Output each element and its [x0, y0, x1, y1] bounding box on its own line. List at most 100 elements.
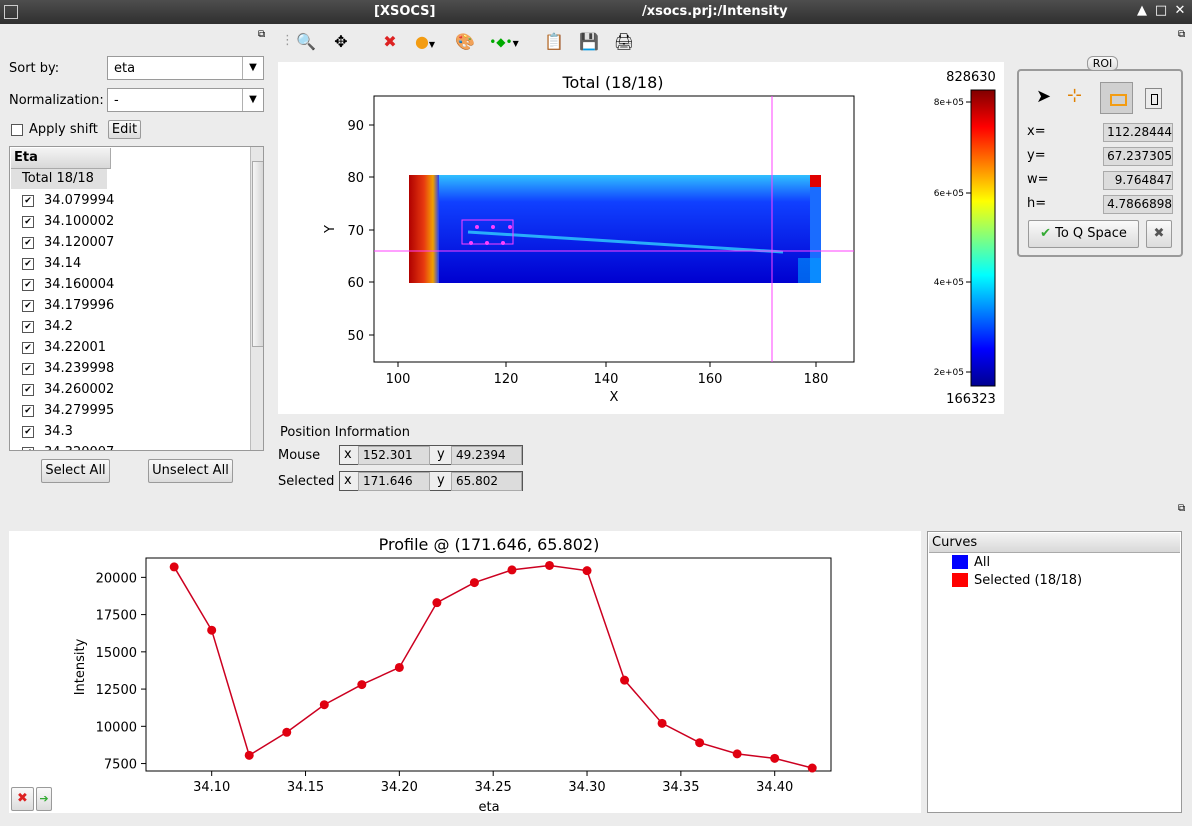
checkbox-checked-icon[interactable]: ✔ — [22, 215, 34, 228]
export-curve-button[interactable]: ➔ — [36, 787, 52, 811]
list-item-label: 34.279995 — [44, 403, 115, 418]
colorbar-tick-label: 2e+05 — [934, 368, 964, 378]
profile-xlabel: eta — [478, 800, 499, 813]
roi-options-button[interactable] — [1145, 88, 1162, 109]
list-item[interactable]: ✔ 34.260002 — [22, 379, 114, 400]
list-item[interactable]: ✔ 34.22001 — [22, 337, 106, 358]
normalization-combo[interactable]: - ▼ — [107, 88, 264, 112]
zoom-icon[interactable]: 🔍 — [295, 32, 317, 52]
close-icon[interactable]: ✕ — [1172, 3, 1188, 19]
unselect-all-button[interactable]: Unselect All — [148, 459, 233, 483]
roi-handle[interactable] — [501, 241, 505, 245]
selected-x-label: x — [344, 473, 352, 488]
roi-y-field[interactable]: 67.237305 — [1103, 147, 1173, 166]
apply-shift-checkbox[interactable] — [11, 122, 23, 137]
checkbox-checked-icon[interactable]: ✔ — [22, 362, 34, 375]
x-tick-label: 34.20 — [381, 780, 418, 795]
symbol-icon[interactable]: •◆•▼ — [489, 32, 519, 52]
roi-handle[interactable] — [469, 241, 473, 245]
list-item[interactable]: ✔ 34.179996 — [22, 295, 114, 316]
float-panel-icon[interactable]: ⧉ — [1178, 29, 1185, 40]
minimize-icon[interactable]: ▲ — [1134, 3, 1150, 19]
data-point — [469, 578, 479, 588]
roi-handle[interactable] — [491, 225, 495, 229]
image-plot-area[interactable]: Total (18/18) 100 120 140 160 180 90 80 70 60 50… — [278, 62, 1004, 414]
checkbox-checked-icon[interactable]: ✔ — [22, 236, 34, 249]
save-icon[interactable]: 💾 — [578, 32, 600, 52]
eta-list[interactable]: Eta Total 18/18 ✔ 34.079994 ✔ 34.100002 ✔ 34.… — [9, 146, 264, 451]
all-color-swatch — [952, 555, 968, 569]
checkbox-checked-icon[interactable]: ✔ — [22, 257, 34, 270]
pan-icon[interactable]: ✥ — [330, 32, 352, 52]
clear-curve-button[interactable]: ✖ — [11, 787, 34, 811]
curve-all-label[interactable]: All — [974, 555, 990, 570]
list-item[interactable]: ✔ 34.14 — [22, 253, 81, 274]
list-scrollbar[interactable] — [250, 147, 263, 450]
checkbox-checked-icon[interactable]: ✔ — [22, 446, 34, 450]
window-title: /xsocs.prj:/Intensity — [642, 4, 788, 19]
profile-plot-svg[interactable]: Profile @ (171.646, 65.802) 34.10 34.15 34… — [9, 531, 921, 815]
curve-selected-label[interactable]: Selected (18/18) — [974, 573, 1082, 588]
maximize-icon[interactable]: □ — [1153, 3, 1169, 19]
checkbox-checked-icon[interactable]: ✔ — [22, 383, 34, 396]
list-item[interactable]: ✔ 34.320007 — [22, 442, 114, 450]
sort-value: eta — [114, 61, 136, 76]
clear-icon: ✖ — [17, 791, 28, 806]
y-tick-label: 50 — [347, 329, 364, 344]
rectangle-roi-button[interactable] — [1100, 82, 1133, 114]
mouse-x-label: x — [344, 447, 352, 462]
color-icon[interactable]: ●▼ — [414, 32, 436, 52]
roi-x-label: x= — [1027, 124, 1046, 139]
checkbox-checked-icon[interactable]: ✔ — [22, 278, 34, 291]
list-item-label: 34.100002 — [44, 214, 115, 229]
list-item-label: 34.320007 — [44, 445, 114, 450]
roi-x-field[interactable]: 112.28444 — [1103, 123, 1173, 142]
sort-combo[interactable]: eta ▼ — [107, 56, 264, 80]
y-tick-label: 90 — [347, 119, 364, 134]
list-item[interactable]: ✔ 34.279995 — [22, 400, 114, 421]
curves-header[interactable]: Curves — [929, 533, 1180, 553]
reset-zoom-icon[interactable]: ✖ — [379, 32, 401, 52]
image-plot-svg[interactable]: Total (18/18) 100 120 140 160 180 90 80 70 60 50… — [278, 62, 1004, 414]
pointer-icon[interactable]: ➤ — [1036, 86, 1051, 107]
selected-y-field: 65.802 — [451, 472, 522, 491]
float-panel-icon[interactable]: ⧉ — [1178, 503, 1185, 514]
roi-h-label: h= — [1027, 196, 1047, 211]
checkbox-checked-icon[interactable]: ✔ — [22, 194, 34, 207]
list-header[interactable]: Eta — [11, 148, 111, 169]
checkbox-checked-icon[interactable]: ✔ — [22, 425, 34, 438]
list-item[interactable]: ✔ 34.079994 — [22, 190, 114, 211]
mouse-y-label: y — [437, 447, 445, 462]
profile-plot-area[interactable]: Profile @ (171.646, 65.802) 34.10 34.15 34… — [9, 531, 921, 815]
list-item[interactable]: ✔ 34.3 — [22, 421, 73, 442]
scrollbar-handle[interactable] — [252, 161, 263, 347]
cancel-roi-button[interactable]: ✖ — [1146, 220, 1172, 248]
colorbar-tick-label: 4e+05 — [934, 278, 964, 288]
checkbox-checked-icon[interactable]: ✔ — [22, 299, 34, 312]
list-item[interactable]: ✔ 34.160004 — [22, 274, 114, 295]
list-item[interactable]: ✔ 34.100002 — [22, 211, 114, 232]
list-item-label: 34.22001 — [44, 340, 107, 355]
title-bar: [XSOCS] /xsocs.prj:/Intensity ▲ □ ✕ — [0, 0, 1192, 24]
to-q-space-button[interactable]: ✔ To Q Space — [1028, 220, 1139, 248]
float-panel-icon[interactable]: ⧉ — [258, 29, 265, 40]
roi-handle[interactable] — [475, 225, 479, 229]
pointer-crosshair-icon[interactable]: ⊹ — [1067, 85, 1082, 106]
roi-w-field[interactable]: 9.764847 — [1103, 171, 1173, 190]
list-item[interactable]: ✔ 34.120007 — [22, 232, 114, 253]
roi-handle[interactable] — [508, 225, 512, 229]
checkbox-checked-icon[interactable]: ✔ — [22, 341, 34, 354]
list-item[interactable]: ✔ 34.239998 — [22, 358, 114, 379]
roi-handle[interactable] — [485, 241, 489, 245]
edit-button[interactable]: Edit — [108, 120, 141, 139]
checkbox-checked-icon[interactable]: ✔ — [22, 320, 34, 333]
window-menu-icon[interactable] — [4, 5, 18, 19]
copy-icon[interactable]: 📋 — [543, 32, 565, 52]
colormap-icon[interactable]: 🎨 — [454, 32, 476, 52]
checkbox-checked-icon[interactable]: ✔ — [22, 404, 34, 417]
select-all-button[interactable]: Select All — [41, 459, 110, 483]
print-icon[interactable]: 🖨 — [613, 32, 635, 52]
roi-h-field[interactable]: 4.7866898 — [1103, 195, 1173, 214]
total-row[interactable]: Total 18/18 — [11, 169, 107, 189]
list-item[interactable]: ✔ 34.2 — [22, 316, 73, 337]
